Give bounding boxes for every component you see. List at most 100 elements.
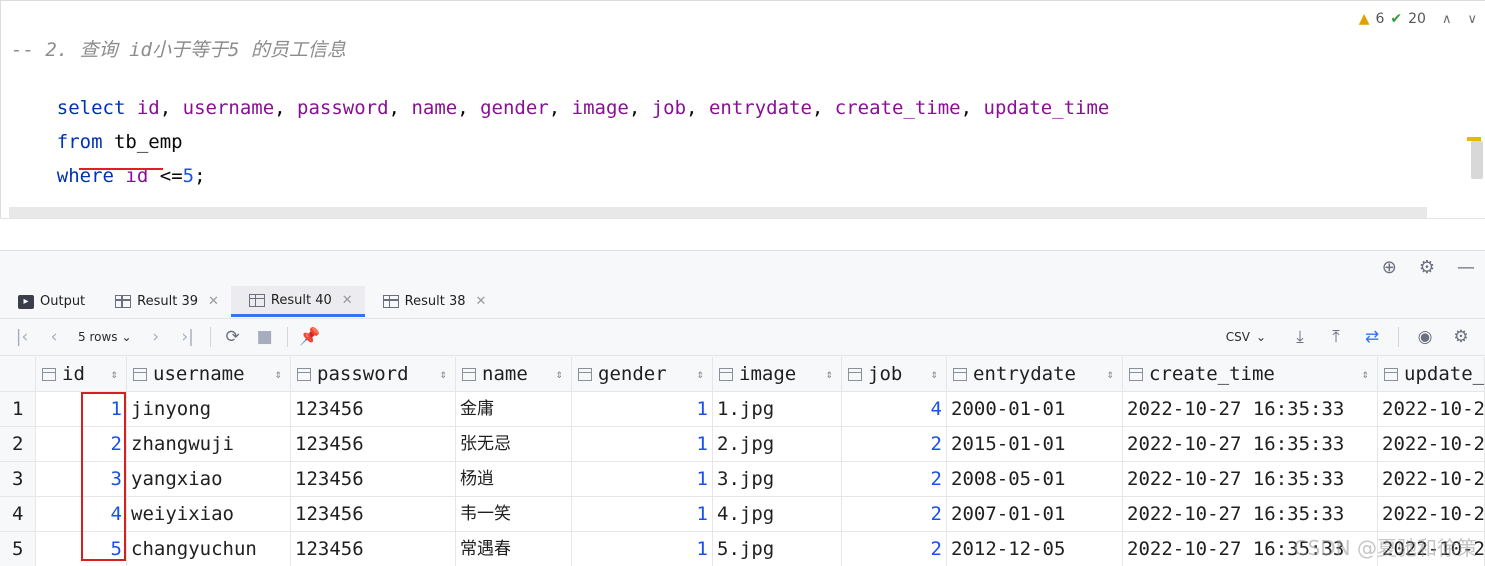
cell-name[interactable]: 杨逍 [456, 462, 572, 496]
table-row[interactable]: 5 5 changyuchun 123456 常遇春 1 5.jpg 2 201… [0, 532, 1485, 566]
sql-editor[interactable]: ▲ 6 ✔ 20 ∧ ∨ -- 2. 查询 id小于等于5 的员工信息 sele… [0, 0, 1485, 219]
cell-username[interactable]: zhangwuji [127, 427, 291, 461]
download-icon[interactable]: ⤓ [1284, 327, 1316, 347]
cell-username[interactable]: jinyong [127, 392, 291, 426]
table-row[interactable]: 3 3 yangxiao 123456 杨逍 1 3.jpg 2 2008-05… [0, 462, 1485, 497]
tab-result-39[interactable]: Result 39 ✕ [97, 286, 231, 317]
gear-icon[interactable]: ⚙ [1419, 257, 1435, 278]
cell-id[interactable]: 4 [36, 497, 127, 531]
cell-create-time[interactable]: 2022-10-27 16:35:33 [1123, 532, 1378, 566]
cell-entrydate[interactable]: 2007-01-01 [947, 497, 1123, 531]
next-page-icon[interactable]: › [140, 327, 172, 347]
cell-image[interactable]: 1.jpg [713, 392, 842, 426]
cell-password[interactable]: 123456 [291, 462, 456, 496]
vertical-scrollbar[interactable] [1471, 141, 1483, 179]
close-icon[interactable]: ✕ [476, 294, 487, 309]
table-row[interactable]: 2 2 zhangwuji 123456 张无忌 1 2.jpg 2 2015-… [0, 427, 1485, 462]
column-header-create-time[interactable]: create_time ⇕ [1123, 357, 1378, 391]
cell-gender[interactable]: 1 [572, 427, 713, 461]
cell-entrydate[interactable]: 2000-01-01 [947, 392, 1123, 426]
cell-password[interactable]: 123456 [291, 532, 456, 566]
cell-gender[interactable]: 1 [572, 497, 713, 531]
column-header-password[interactable]: password ⇕ [291, 357, 456, 391]
table-row[interactable]: 1 1 jinyong 123456 金庸 1 1.jpg 4 2000-01-… [0, 392, 1485, 427]
cell-update-time[interactable]: 2022-10-2 [1378, 532, 1485, 566]
stop-icon[interactable]: ■ [249, 327, 281, 347]
tab-result-38[interactable]: Result 38 ✕ [365, 286, 499, 317]
first-page-icon[interactable]: |‹ [6, 327, 38, 347]
cell-gender[interactable]: 1 [572, 462, 713, 496]
column-header-update-time[interactable]: update_time [1378, 357, 1485, 391]
cell-entrydate[interactable]: 2012-12-05 [947, 532, 1123, 566]
column-header-gender[interactable]: gender ⇕ [572, 357, 713, 391]
tab-result-40[interactable]: Result 40 ✕ [230, 286, 365, 317]
sort-icon[interactable]: ⇕ [111, 367, 118, 381]
column-header-name[interactable]: name ⇕ [456, 357, 572, 391]
sort-icon[interactable]: ⇕ [1362, 367, 1369, 381]
sort-icon[interactable]: ⇕ [275, 367, 282, 381]
rows-selector[interactable]: 5 rows ⌄ [70, 330, 140, 344]
chevron-up-icon[interactable]: ∧ [1442, 12, 1452, 27]
last-page-icon[interactable]: ›| [172, 327, 204, 347]
column-header-id[interactable]: id ⇕ [36, 357, 127, 391]
previous-page-icon[interactable]: ‹ [38, 327, 70, 347]
table-row[interactable]: 4 4 weiyixiao 123456 韦一笑 1 4.jpg 2 2007-… [0, 497, 1485, 532]
sort-icon[interactable]: ⇕ [556, 367, 563, 381]
pin-icon[interactable]: 📌 [294, 327, 326, 347]
cell-image[interactable]: 2.jpg [713, 427, 842, 461]
cell-image[interactable]: 3.jpg [713, 462, 842, 496]
eye-icon[interactable]: ◉ [1409, 327, 1441, 347]
cell-create-time[interactable]: 2022-10-27 16:35:33 [1123, 392, 1378, 426]
cell-job[interactable]: 2 [842, 497, 947, 531]
cell-image[interactable]: 4.jpg [713, 497, 842, 531]
cell-gender[interactable]: 1 [572, 392, 713, 426]
column-header-image[interactable]: image ⇕ [713, 357, 842, 391]
cell-name[interactable]: 韦一笑 [456, 497, 572, 531]
gear-icon[interactable]: ⚙ [1445, 327, 1477, 347]
cell-create-time[interactable]: 2022-10-27 16:35:33 [1123, 427, 1378, 461]
sort-icon[interactable]: ⇕ [440, 367, 447, 381]
cell-job[interactable]: 2 [842, 427, 947, 461]
cell-gender[interactable]: 1 [572, 532, 713, 566]
sort-icon[interactable]: ⇕ [826, 367, 833, 381]
tab-output[interactable]: ▸ Output [0, 286, 97, 317]
close-icon[interactable]: ✕ [342, 293, 353, 308]
chevron-down-icon[interactable]: ∨ [1467, 12, 1477, 27]
cell-name[interactable]: 常遇春 [456, 532, 572, 566]
cell-job[interactable]: 2 [842, 532, 947, 566]
cell-entrydate[interactable]: 2008-05-01 [947, 462, 1123, 496]
cell-id[interactable]: 3 [36, 462, 127, 496]
cell-update-time[interactable]: 2022-10-2 [1378, 497, 1485, 531]
cell-id[interactable]: 5 [36, 532, 127, 566]
compare-icon[interactable]: ⇄ [1356, 327, 1388, 347]
cell-id[interactable]: 1 [36, 392, 127, 426]
cell-update-time[interactable]: 2022-10-2 [1378, 462, 1485, 496]
cell-password[interactable]: 123456 [291, 427, 456, 461]
cell-create-time[interactable]: 2022-10-27 16:35:33 [1123, 497, 1378, 531]
cell-name[interactable]: 张无忌 [456, 427, 572, 461]
column-header-entrydate[interactable]: entrydate ⇕ [947, 357, 1123, 391]
close-icon[interactable]: ✕ [208, 294, 219, 309]
cell-job[interactable]: 4 [842, 392, 947, 426]
sort-icon[interactable]: ⇕ [931, 367, 938, 381]
cell-image[interactable]: 5.jpg [713, 532, 842, 566]
cell-username[interactable]: changyuchun [127, 532, 291, 566]
refresh-icon[interactable]: ⟳ [217, 327, 249, 347]
cell-create-time[interactable]: 2022-10-27 16:35:33 [1123, 462, 1378, 496]
export-format-selector[interactable]: CSV ⌄ [1226, 330, 1266, 344]
cell-job[interactable]: 2 [842, 462, 947, 496]
cell-name[interactable]: 金庸 [456, 392, 572, 426]
cell-password[interactable]: 123456 [291, 392, 456, 426]
minimize-icon[interactable]: — [1457, 257, 1475, 278]
cell-update-time[interactable]: 2022-10-2 [1378, 392, 1485, 426]
cell-username[interactable]: yangxiao [127, 462, 291, 496]
cell-entrydate[interactable]: 2015-01-01 [947, 427, 1123, 461]
column-header-job[interactable]: job ⇕ [842, 357, 947, 391]
sort-icon[interactable]: ⇕ [697, 367, 704, 381]
target-icon[interactable]: ⊕ [1382, 257, 1397, 278]
sort-icon[interactable]: ⇕ [1107, 367, 1114, 381]
cell-password[interactable]: 123456 [291, 497, 456, 531]
inspection-widget[interactable]: ▲ 6 ✔ 20 ∧ ∨ [1359, 11, 1477, 27]
cell-update-time[interactable]: 2022-10-2 [1378, 427, 1485, 461]
cell-username[interactable]: weiyixiao [127, 497, 291, 531]
